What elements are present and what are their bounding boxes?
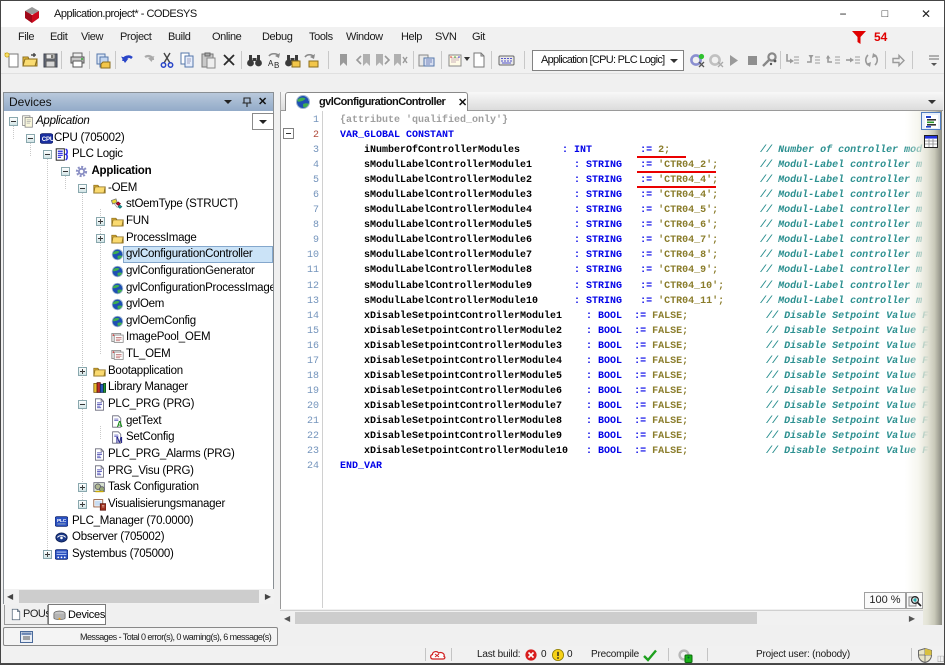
svg-text:B: B [274, 61, 279, 69]
svg-text:A: A [116, 420, 122, 428]
svg-text:PLC: PLC [57, 518, 67, 524]
svg-text:M: M [115, 436, 122, 444]
svg-text:CPU: CPU [42, 136, 53, 143]
